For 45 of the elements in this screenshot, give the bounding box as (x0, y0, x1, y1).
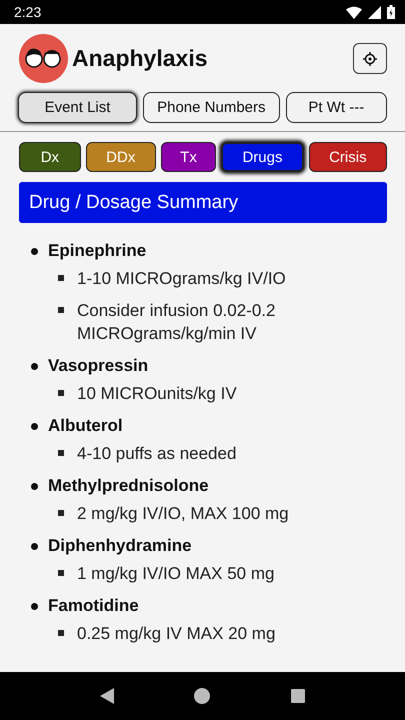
dose-text: 4-10 puffs as needed (77, 444, 236, 463)
bullet-icon (31, 603, 38, 610)
nav-button[interactable]: Event List (18, 92, 137, 123)
section-banner: Drug / Dosage Summary (19, 182, 387, 223)
dose-text: 0.25 mg/kg IV MAX 20 mg (77, 624, 276, 643)
bullet-icon (58, 630, 64, 636)
dose-text: 10 MICROunits/kg IV (77, 384, 237, 403)
wifi-icon (346, 6, 362, 18)
settings-icon (363, 52, 377, 66)
back-icon[interactable] (100, 688, 114, 704)
bullet-icon (58, 510, 64, 516)
clock: 2:23 (14, 4, 42, 20)
battery-icon (387, 5, 395, 19)
bullet-icon (31, 543, 38, 550)
section-tab[interactable]: Drugs (221, 142, 304, 172)
bullet-icon (31, 363, 38, 370)
section-tab[interactable]: Crisis (308, 142, 387, 172)
nav-button[interactable]: Phone Numbers (143, 92, 280, 123)
dose-text: 1 mg/kg IV/IO MAX 50 mg (77, 564, 274, 583)
bullet-icon (58, 450, 64, 456)
bullet-icon (58, 307, 64, 313)
bullet-icon (58, 390, 64, 396)
drug-name: Vasopressin (48, 355, 150, 377)
logo-icon (19, 34, 68, 83)
section-tab[interactable]: Tx (160, 142, 216, 172)
bullet-icon (31, 248, 38, 255)
dose-text: Consider infusion 0.02-0.2 MICROgrams/kg/min IV (77, 301, 276, 343)
dose-text: 1-10 MICROgrams/kg IV/IO (77, 269, 286, 288)
drug-name: Albuterol (48, 415, 124, 437)
bullet-icon (31, 483, 38, 490)
recents-icon[interactable] (290, 689, 305, 703)
section-tab[interactable]: Dx (19, 142, 81, 172)
drug-name: Diphenhydramine (48, 535, 193, 557)
signal-icon (368, 6, 381, 18)
bullet-icon (31, 423, 38, 430)
home-icon[interactable] (194, 688, 210, 704)
drug-name: Methylprednisolone (48, 475, 210, 497)
bullet-icon (58, 570, 64, 576)
settings-button[interactable] (353, 43, 387, 74)
app-title: Anaphylaxis (72, 45, 208, 72)
nav-button[interactable]: Pt Wt --- (286, 92, 387, 123)
drug-name: Epinephrine (48, 240, 148, 262)
bullet-icon (58, 275, 64, 281)
dose-text: 2 mg/kg IV/IO, MAX 100 mg (77, 504, 289, 523)
drug-name: Famotidine (48, 595, 140, 617)
